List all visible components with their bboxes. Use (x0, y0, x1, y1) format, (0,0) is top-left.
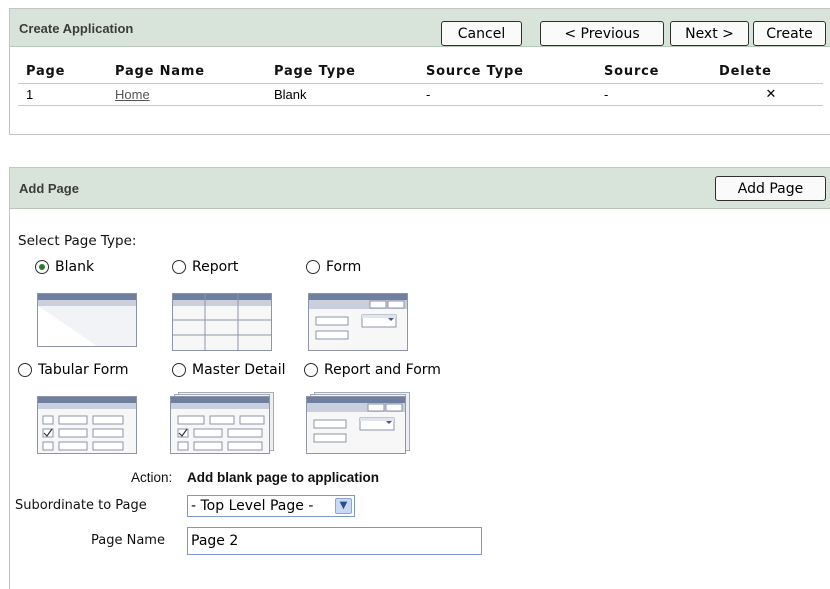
create-button[interactable]: Create (753, 21, 826, 46)
radio-blank-indicator[interactable] (35, 260, 49, 274)
column-header-page: Page (26, 64, 66, 80)
radio-blank[interactable]: Blank (35, 259, 94, 275)
next-button[interactable]: Next > (670, 21, 749, 46)
cell-page: 1 (18, 82, 107, 106)
previous-button[interactable]: < Previous (540, 21, 664, 46)
radio-form-indicator[interactable] (306, 260, 320, 274)
select-page-type-label: Select Page Type: (18, 233, 137, 249)
cell-delete: ✕ (711, 82, 823, 106)
master-detail-page-icon[interactable] (170, 392, 274, 454)
form-page-icon[interactable] (308, 293, 408, 351)
cell-source-type: - (418, 82, 596, 106)
radio-tabular-form-indicator[interactable] (18, 363, 32, 377)
blank-page-icon[interactable] (37, 293, 137, 347)
report-page-icon[interactable] (172, 293, 272, 351)
radio-form-label: Form (326, 259, 362, 275)
radio-report-and-form-label: Report and Form (324, 362, 441, 378)
table-row: 1 Home Blank - - ✕ (18, 82, 823, 106)
radio-tabular-form[interactable]: Tabular Form (18, 362, 129, 378)
column-header-page-name: Page Name (115, 64, 205, 80)
cell-page-name: Home (107, 82, 266, 106)
action-value: Add blank page to application (187, 470, 380, 485)
radio-blank-label: Blank (55, 259, 95, 275)
column-header-source: Source (604, 64, 660, 80)
page-name-input[interactable]: Page 2 (187, 527, 482, 555)
radio-form[interactable]: Form (306, 259, 361, 275)
cancel-button[interactable]: Cancel (441, 21, 522, 46)
add-page-region: Add Page (9, 167, 830, 589)
column-header-source-type: Source Type (426, 64, 524, 80)
radio-report-and-form[interactable]: Report and Form (304, 362, 441, 378)
add-page-title: Add Page (19, 181, 79, 196)
radio-report-and-form-indicator[interactable] (304, 363, 318, 377)
delete-icon[interactable]: ✕ (766, 86, 777, 101)
radio-master-detail-indicator[interactable] (172, 363, 186, 377)
action-label: Action: (131, 470, 173, 485)
report-and-form-page-icon[interactable] (306, 392, 410, 454)
radio-tabular-form-label: Tabular Form (38, 362, 129, 378)
subordinate-to-page-label: Subordinate to Page (15, 498, 147, 513)
table-header-row: Page Page Name Page Type Source Type Sou… (18, 61, 823, 83)
column-header-page-type: Page Type (274, 64, 356, 80)
subordinate-to-page-value: - Top Level Page - (191, 498, 314, 514)
page-name-label: Page Name (91, 533, 165, 548)
home-page-link[interactable]: Home (115, 87, 150, 102)
chevron-down-icon[interactable]: ▼ (335, 498, 352, 514)
create-application-title: Create Application (19, 21, 134, 36)
column-header-delete: Delete (719, 64, 772, 80)
add-page-header: Add Page (10, 168, 830, 209)
subordinate-to-page-select[interactable]: - Top Level Page - ▼ (187, 495, 355, 517)
pages-table: Page Page Name Page Type Source Type Sou… (18, 61, 823, 106)
cell-page-type: Blank (266, 82, 418, 106)
cell-source: - (596, 82, 711, 106)
radio-master-detail[interactable]: Master Detail (172, 362, 286, 378)
radio-report[interactable]: Report (172, 259, 238, 275)
add-page-button[interactable]: Add Page (715, 176, 826, 201)
tabular-form-page-icon[interactable] (37, 396, 137, 454)
radio-master-detail-label: Master Detail (192, 362, 286, 378)
radio-report-label: Report (192, 259, 239, 275)
radio-report-indicator[interactable] (172, 260, 186, 274)
